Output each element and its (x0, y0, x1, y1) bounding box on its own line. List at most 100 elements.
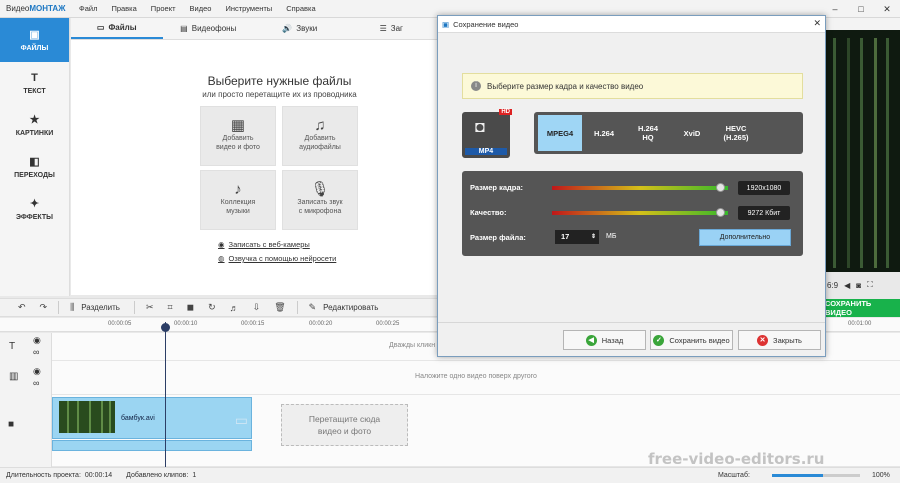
quality-value: 9272 Кбит (738, 206, 790, 220)
file-size-input[interactable]: 17 ⇕ (555, 230, 599, 244)
dialog-notice: i Выберите размер кадра и качество видео (462, 73, 803, 99)
clip-audio[interactable] (52, 440, 252, 451)
ruler-tick: 00:01:00 (848, 321, 872, 327)
dialog-title-bar: ▣ Сохранение видео (438, 16, 825, 33)
menu-tools[interactable]: Инструменты (218, 4, 279, 13)
codec-label: XviD (683, 128, 701, 138)
overlay-track[interactable]: Наложите одно видео поверх другого (52, 361, 900, 395)
snapshot-icon[interactable]: ◙ (856, 281, 861, 290)
eye-icon[interactable]: ◉ (33, 335, 41, 346)
codec-h264-hq[interactable]: H.264 HQ (626, 115, 670, 151)
audio-clip-icon[interactable]: ♬ (230, 303, 239, 313)
maximize-icon[interactable]: □ (848, 0, 874, 18)
codec-label: H.264 (593, 128, 614, 138)
format-label: MP4 (465, 148, 507, 155)
menu-help[interactable]: Справка (279, 4, 322, 13)
sidebar-item-label: КАРТИНКИ (15, 130, 54, 137)
insert-icon[interactable]: ⇩ (253, 302, 261, 313)
crop-icon[interactable]: ⌗ (168, 302, 173, 313)
advanced-button[interactable]: Дополнительно (699, 229, 791, 246)
tile-label: Добавить (222, 134, 254, 142)
zoom-slider[interactable] (772, 474, 860, 477)
music-note-icon: ♪ (234, 180, 242, 198)
link-label: Записать с веб-камеры (228, 240, 310, 249)
volume-icon[interactable]: ◀ (844, 281, 850, 290)
clip-thumbnail (59, 401, 115, 433)
menu-video[interactable]: Видео (183, 4, 219, 13)
playhead[interactable] (165, 322, 166, 468)
rotate-icon[interactable]: ↻ (208, 302, 216, 313)
record-mic-button[interactable]: 🎙 Записать звук с микрофона (282, 170, 358, 230)
frame-size-slider-handle[interactable] (715, 183, 725, 192)
save-video-button[interactable]: СОХРАНИТЬ ВИДЕО (825, 299, 900, 317)
back-button[interactable]: ◀ Назад (563, 330, 646, 350)
codec-hevc[interactable]: HEVC (H.265) (714, 115, 758, 151)
undo-icon[interactable]: ↶ (18, 302, 26, 313)
drop-zone[interactable]: Перетащите сюда видео и фото (281, 404, 408, 446)
files-panel: Выберите нужные файлы или просто перетащ… (71, 40, 437, 295)
link-icon[interactable]: ∞ (33, 347, 39, 357)
status-bar: Длительность проекта: 00:00:14 Добавлено… (0, 467, 900, 483)
overlay-track-header: ▥ ◉ ∞ (0, 361, 52, 395)
voiceover-icon: ◍ (218, 254, 225, 263)
tab-titles[interactable]: ☰ Заг (346, 18, 438, 39)
split-icon[interactable]: ⫼ (70, 302, 74, 313)
video-track-header: ■ (0, 395, 52, 467)
codec-mpeg4[interactable]: MPEG4 (538, 115, 582, 151)
music-collection-button[interactable]: ♪ Коллекция музыки (200, 170, 276, 230)
split-button[interactable]: Разделить (81, 303, 120, 312)
stop-icon[interactable]: ◼ (187, 302, 194, 313)
redo-icon[interactable]: ↷ (40, 302, 48, 313)
add-audio-button[interactable]: ♫ Добавить аудиофайлы (282, 106, 358, 166)
duration-value: 00:00:14 (84, 472, 113, 479)
edit-button[interactable]: Редактировать (323, 303, 378, 312)
eye-icon[interactable]: ◉ (33, 366, 41, 377)
quality-slider-handle[interactable] (715, 208, 725, 217)
dialog-close-icon[interactable]: ✕ (813, 18, 821, 29)
codec-h264[interactable]: H.264 (582, 115, 626, 151)
video-clip[interactable]: бамбук.avi ▭ (52, 397, 252, 439)
overlay-track-hint: Наложите одно видео поверх другого (415, 373, 537, 380)
fullscreen-icon[interactable]: ⛶ (867, 280, 873, 290)
codec-xvid[interactable]: XviD (670, 115, 714, 151)
frame-size-slider[interactable] (552, 186, 728, 190)
close-icon[interactable]: ✕ (874, 0, 900, 18)
sidebar-item-text[interactable]: T ТЕКСТ (0, 62, 69, 104)
menu-project[interactable]: Проект (144, 4, 183, 13)
sidebar-item-pictures[interactable]: ★ КАРТИНКИ (0, 104, 69, 146)
aspect-ratio-select[interactable]: 6:9 (827, 281, 838, 290)
add-video-button[interactable]: ▦ Добавить видео и фото (200, 106, 276, 166)
sidebar-item-transitions[interactable]: ◧ ПЕРЕХОДЫ (0, 146, 69, 188)
dialog-title: Сохранение видео (453, 19, 519, 29)
tab-sounds[interactable]: 🔊 Звуки (254, 18, 346, 39)
spinner-icon[interactable]: ⇕ (591, 230, 596, 244)
sidebar-item-files[interactable]: ▣ ФАЙЛЫ (0, 18, 69, 62)
sidebar-item-effects[interactable]: ✦ ЭФФЕКТЫ (0, 188, 69, 230)
close-circle-icon: ✕ (757, 334, 769, 346)
tab-files[interactable]: ▭ Файлы (71, 18, 163, 39)
media-tabs: ▭ Файлы ▤ Видеофоны 🔊 Звуки ☰ Заг (71, 18, 437, 40)
menu-edit[interactable]: Правка (104, 4, 143, 13)
menu-file[interactable]: Файл (72, 4, 104, 13)
delete-icon[interactable]: 🗑 (274, 302, 285, 313)
ai-voiceover-link[interactable]: ◍ Озвучка с помощью нейросети (218, 254, 336, 263)
quality-slider[interactable] (552, 211, 728, 215)
close-button[interactable]: ✕ Закрыть (738, 330, 821, 350)
tab-backgrounds[interactable]: ▤ Видеофоны (163, 18, 255, 39)
clips-value: 1 (192, 472, 197, 479)
text-track-hint: Дважды кликн (389, 342, 436, 349)
tile-label: музыки (226, 207, 250, 215)
video-preview (825, 18, 900, 272)
edit-icon[interactable]: ✎ (309, 302, 317, 313)
tile-label: аудиофайлы (299, 143, 341, 151)
scissors-icon[interactable]: ✂ (146, 302, 154, 313)
drop-zone-line2: видео и фото (317, 426, 372, 436)
webcam-record-link[interactable]: ◉ Записать с веб-камеры (218, 240, 310, 249)
files-panel-subtitle: или просто перетащите их из проводника (202, 90, 357, 99)
transitions-icon: ◧ (29, 156, 40, 168)
save-button[interactable]: ✓ Сохранить видео (650, 330, 733, 350)
playhead-handle[interactable] (161, 323, 170, 332)
clips-label: Добавлено клипов: (126, 472, 189, 479)
link-icon[interactable]: ∞ (33, 378, 39, 388)
folder-icon: ▣ (29, 29, 40, 41)
